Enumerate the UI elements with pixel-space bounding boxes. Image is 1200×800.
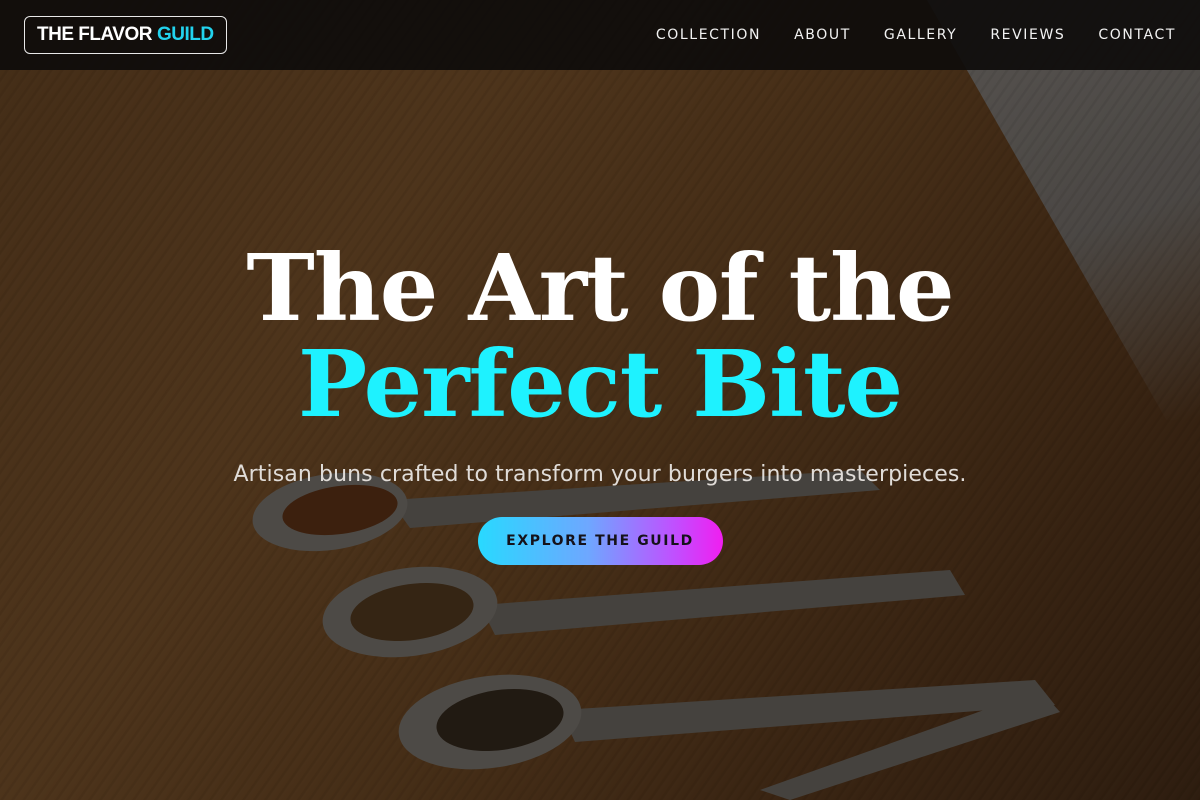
brand-name-part1: THE FLAVOR — [37, 24, 152, 45]
nav-link-contact[interactable]: CONTACT — [1098, 27, 1176, 43]
hero-title-line2: Perfect Bite — [297, 330, 903, 438]
top-navbar: THE FLAVOR GUILD COLLECTION ABOUT GALLER… — [0, 0, 1200, 70]
hero-subtitle: Artisan buns crafted to transform your b… — [233, 462, 967, 487]
nav-link-collection[interactable]: COLLECTION — [656, 27, 761, 43]
nav-link-reviews[interactable]: REVIEWS — [990, 27, 1065, 43]
hero-title-line1: The Art of the — [246, 234, 954, 342]
nav-link-about[interactable]: ABOUT — [794, 27, 851, 43]
brand-logo[interactable]: THE FLAVOR GUILD — [24, 16, 227, 54]
nav-links: COLLECTION ABOUT GALLERY REVIEWS CONTACT — [656, 27, 1176, 43]
nav-link-gallery[interactable]: GALLERY — [884, 27, 957, 43]
explore-guild-button[interactable]: EXPLORE THE GUILD — [477, 517, 723, 565]
hero-title: The Art of the Perfect Bite — [0, 240, 1200, 432]
brand-name-part2: GUILD — [156, 24, 214, 45]
hero-section: The Art of the Perfect Bite Artisan buns… — [0, 240, 1200, 565]
